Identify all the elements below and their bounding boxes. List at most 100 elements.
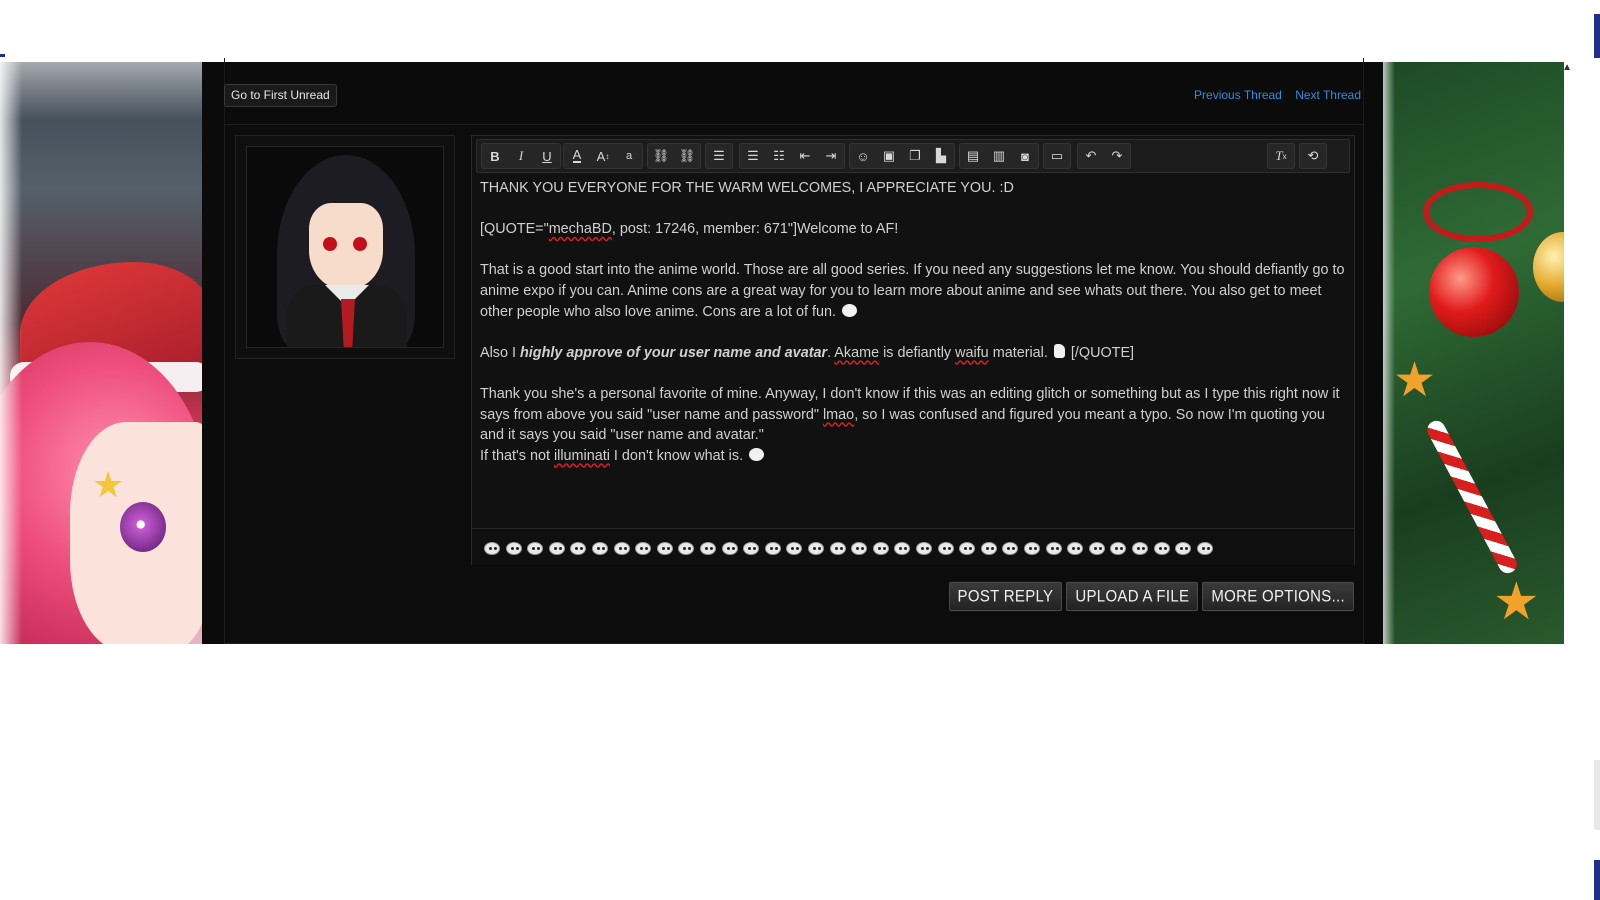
spellcheck-word: waifu	[955, 344, 989, 361]
emoticon-icon[interactable]	[1045, 542, 1062, 555]
emoticon-icon[interactable]	[484, 542, 500, 555]
emoticon-icon[interactable]	[1110, 542, 1127, 555]
shocked-emoticon-icon	[749, 447, 765, 461]
emoticon-icon[interactable]	[851, 542, 868, 555]
emoticon-icon[interactable]	[1153, 542, 1170, 555]
save-draft-icon[interactable]: ▭	[1044, 144, 1070, 168]
bullet-list-icon[interactable]: ☰	[740, 144, 766, 168]
more-options-button[interactable]: MORE OPTIONS...	[1202, 581, 1354, 612]
emoticon-icon[interactable]	[592, 542, 608, 555]
frost-overlay	[0, 62, 202, 644]
indent-icon[interactable]: ⇥	[818, 144, 844, 168]
emoticon-icon[interactable]	[505, 542, 522, 555]
font-family-icon[interactable]: a	[616, 144, 642, 168]
quote-icon[interactable]: ▤	[960, 144, 986, 168]
toolbar-group-format: Tx	[1267, 143, 1295, 169]
emoticon-icon[interactable]	[937, 542, 954, 555]
emoticon-icon[interactable]	[808, 542, 824, 555]
previous-thread-link[interactable]: Previous Thread	[1194, 88, 1282, 102]
emoticon-icon[interactable]	[764, 542, 781, 555]
font-size-icon[interactable]: A ↕	[590, 144, 616, 168]
outdent-icon[interactable]: ⇤	[792, 144, 818, 168]
scrollbar-thumb[interactable]	[1594, 760, 1600, 830]
emoticon-icon[interactable]	[786, 542, 803, 555]
user-avatar-frame	[235, 135, 455, 359]
align-icon[interactable]: ☰	[706, 144, 732, 168]
spellcheck-word: illuminati	[553, 447, 610, 464]
upload-file-button[interactable]: UPLOAD A FILE	[1066, 581, 1199, 612]
media-icon[interactable]: ❐	[902, 144, 928, 168]
emoticon-icon[interactable]	[959, 542, 976, 555]
scrollbar-marker	[1594, 860, 1600, 900]
browser-top-area	[0, 0, 1600, 62]
toolbar-group-lists: ☰ ☷ ⇤ ⇥	[739, 143, 845, 169]
redo-icon[interactable]: ↷	[1104, 144, 1130, 168]
avatar-eye-left	[323, 237, 337, 251]
first-unread-button[interactable]: Go to First Unread	[224, 84, 337, 107]
image-icon[interactable]: ▣	[876, 144, 902, 168]
editor-line: THANK YOU EVERYONE FOR THE WARM WELCOMES…	[480, 180, 1014, 196]
emoticon-icon[interactable]	[656, 542, 673, 555]
bold-icon[interactable]: B	[482, 144, 508, 168]
insert-icon[interactable]: ▙	[928, 144, 954, 168]
toggle-bbcode-icon[interactable]: ⟲	[1300, 144, 1326, 168]
link-icon[interactable]: ⛓	[648, 144, 674, 168]
avatar-face	[309, 203, 383, 289]
quoted-paragraph: Also I highly approve of your user name …	[480, 343, 1135, 361]
toolbar-group-insert: ☺ ▣ ❐ ▙	[849, 143, 955, 169]
emoticon-icon[interactable]	[1132, 542, 1148, 555]
avatar-eye-right	[353, 237, 367, 251]
emoticon-icon[interactable]	[700, 542, 716, 555]
emoticon-icon[interactable]	[570, 542, 587, 555]
emoticon-icon[interactable]	[1067, 542, 1084, 555]
undo-icon[interactable]: ↶	[1078, 144, 1104, 168]
avatar[interactable]	[246, 146, 444, 348]
message-editor[interactable]: B I U A A ↕ a ⛓ ⛓ ☰ ☰ ☷ ⇤ ⇥ ☺ ▣ ❐ ▙ ▤ ▥ …	[471, 135, 1355, 565]
toolbar-group-links: ⛓ ⛓	[647, 143, 701, 169]
emoticon-icon[interactable]	[635, 542, 652, 555]
smilie-icon[interactable]: ☺	[850, 144, 876, 168]
emoticon-icon[interactable]	[721, 542, 738, 555]
emoticon-icon[interactable]	[613, 542, 630, 555]
screenshot-icon[interactable]: ◙	[1012, 144, 1038, 168]
post-reply-button[interactable]: POST REPLY	[948, 581, 1063, 612]
underline-icon[interactable]: U	[534, 144, 560, 168]
scrollbar-marker	[1594, 14, 1600, 58]
emoticon-icon[interactable]	[894, 542, 911, 555]
reply-paragraph: If that's not illuminati I don't know wh…	[480, 446, 1346, 467]
emoticon-icon[interactable]	[872, 542, 889, 555]
page-marker	[0, 54, 5, 57]
emoticon-icon[interactable]	[916, 542, 932, 555]
spellcheck-word: Akame	[834, 344, 880, 361]
scroll-up-icon[interactable]: ▲	[1562, 62, 1572, 73]
toolbar-group-history: ↶ ↷	[1077, 143, 1131, 169]
text-color-icon[interactable]: A	[564, 144, 590, 168]
unlink-icon[interactable]: ⛓	[674, 144, 700, 168]
emoticon-icon[interactable]	[1002, 542, 1019, 555]
next-thread-link[interactable]: Next Thread	[1295, 88, 1361, 102]
emoticon-icon[interactable]	[1196, 542, 1213, 555]
numbered-list-icon[interactable]: ☷	[766, 144, 792, 168]
emoticon-icon[interactable]	[1175, 542, 1192, 555]
italic-icon[interactable]: I	[508, 144, 534, 168]
emoticon-icon[interactable]	[1024, 542, 1040, 555]
spellcheck-word: lmao	[822, 406, 855, 423]
code-icon[interactable]: ▥	[986, 144, 1012, 168]
toolbar-group-font: A A ↕ a	[563, 143, 643, 169]
quote-open-line: [QUOTE="mechaBD, post: 17246, member: 67…	[480, 221, 899, 238]
emoticon-icon[interactable]	[1088, 542, 1105, 555]
frost-overlay	[1383, 62, 1583, 644]
emoticon-icon[interactable]	[980, 542, 997, 555]
editor-content[interactable]: THANK YOU EVERYONE FOR THE WARM WELCOMES…	[480, 178, 1346, 518]
smile-emoticon-icon	[842, 303, 857, 317]
remove-formatting-icon[interactable]: Tx	[1268, 144, 1294, 168]
background-art-right: ★ ★	[1383, 62, 1583, 644]
editor-toolbar: B I U A A ↕ a ⛓ ⛓ ☰ ☰ ☷ ⇤ ⇥ ☺ ▣ ❐ ▙ ▤ ▥ …	[476, 139, 1350, 173]
page-scrollbar[interactable]	[1564, 0, 1600, 900]
toolbar-group-align: ☰	[705, 143, 733, 169]
emoticon-icon[interactable]	[527, 542, 544, 555]
emoticon-icon[interactable]	[829, 542, 846, 555]
emoticon-icon[interactable]	[743, 542, 760, 555]
emoticon-icon[interactable]	[678, 542, 695, 555]
emoticon-icon[interactable]	[548, 542, 565, 555]
